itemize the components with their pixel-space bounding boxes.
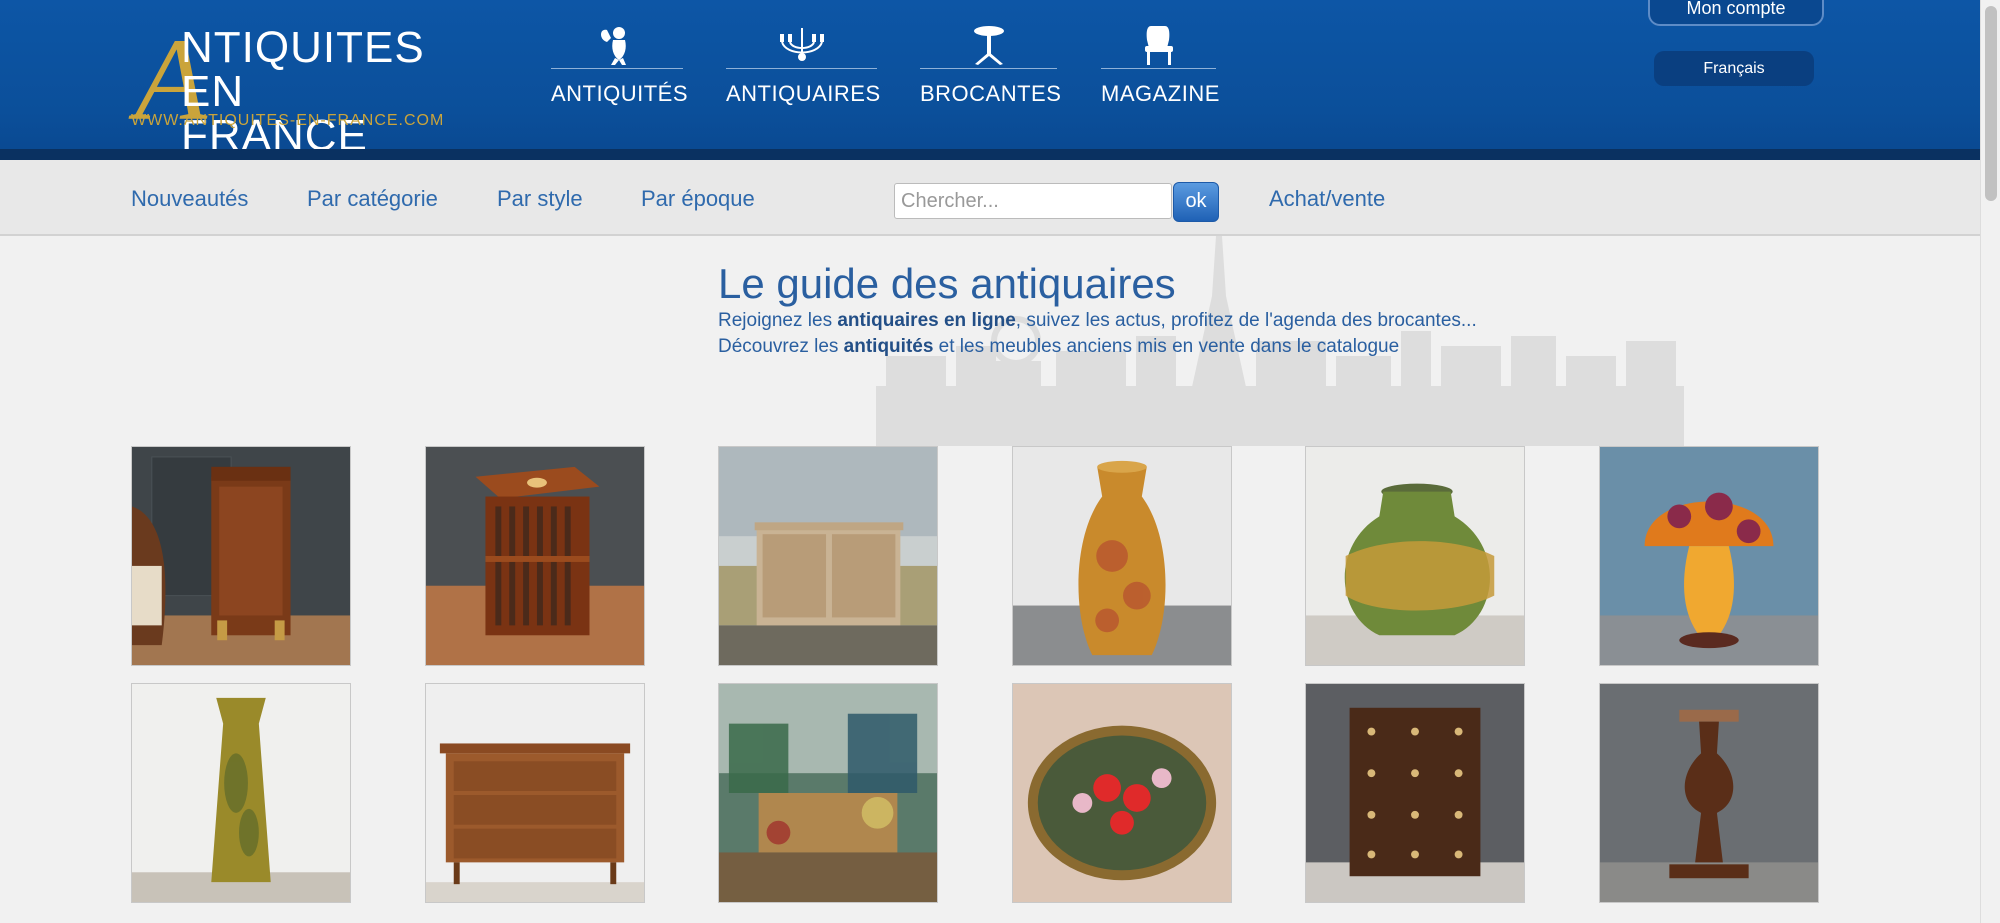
- product-image-pedestal: [1600, 684, 1818, 902]
- product-thumbnail[interactable]: [1305, 683, 1525, 903]
- site-header: A NTIQUITES EN FRANCE WWW.ANTIQUITES-EN-…: [0, 0, 1980, 160]
- nav-brocantes-label: BROCANTES: [920, 81, 1062, 106]
- cherub-icon: [601, 27, 626, 65]
- product-thumbnail[interactable]: [1599, 446, 1819, 666]
- product-thumbnail[interactable]: [1012, 683, 1232, 903]
- gueridon-table-icon: [973, 26, 1004, 65]
- product-image-commode: [426, 684, 644, 902]
- link-antiquites[interactable]: antiquités: [844, 336, 934, 357]
- nav-divider: [1101, 68, 1216, 69]
- intro-line-1: Rejoignez les antiquaires en ligne, suiv…: [718, 308, 1477, 334]
- product-image-sideboard: [719, 447, 937, 665]
- intro-text: Rejoignez les: [718, 310, 838, 331]
- intro-text: , suivez les actus, profitez de l'agenda…: [1015, 310, 1477, 331]
- link-nouveautes[interactable]: Nouveautés: [131, 186, 248, 212]
- nav-divider: [726, 68, 877, 69]
- site-logo[interactable]: A NTIQUITES EN FRANCE WWW.ANTIQUITES-EN-…: [131, 21, 443, 158]
- intro-line-2: Découvrez les antiquités et les meubles …: [718, 334, 1477, 360]
- link-par-epoque[interactable]: Par époque: [641, 186, 755, 212]
- product-image-landscape-vase: [1306, 447, 1524, 665]
- product-image-oval-painting: [1013, 684, 1231, 902]
- logo-line1: NTIQUITES: [181, 23, 425, 72]
- nav-antiquites-label: ANTIQUITÉS: [551, 81, 689, 106]
- armchair-icon: [1144, 26, 1173, 65]
- product-thumbnail[interactable]: [425, 683, 645, 903]
- product-thumbnail[interactable]: [1012, 446, 1232, 666]
- account-button[interactable]: Mon compte: [1648, 0, 1824, 26]
- nav-antiquaires[interactable]: ANTIQUAIRES: [726, 24, 881, 107]
- language-select[interactable]: Français: [1654, 51, 1814, 86]
- product-thumbnail[interactable]: [1305, 446, 1525, 666]
- product-image-pedestal-cabinet: [132, 447, 350, 665]
- link-par-style[interactable]: Par style: [497, 186, 583, 212]
- nav-brocantes[interactable]: BROCANTES: [920, 24, 1062, 107]
- chandelier-icon: [779, 28, 824, 61]
- nav-divider: [551, 68, 683, 69]
- product-image-mushroom-lamp: [1600, 447, 1818, 665]
- product-thumbnail[interactable]: [131, 683, 351, 903]
- guide-title: Le guide des antiquaires: [718, 260, 1176, 307]
- nav-antiquites[interactable]: ANTIQUITÉS: [551, 24, 689, 107]
- nav-magazine-label: MAGAZINE: [1101, 81, 1220, 106]
- search-ok-button[interactable]: ok: [1173, 182, 1219, 222]
- link-par-categorie[interactable]: Par catégorie: [307, 186, 438, 212]
- page-scrollbar[interactable]: [1980, 0, 2000, 923]
- link-achat-vente[interactable]: Achat/vente: [1269, 186, 1385, 212]
- product-image-studded-chest: [1306, 684, 1524, 902]
- product-thumbnail[interactable]: [425, 446, 645, 666]
- search-input[interactable]: [894, 183, 1172, 219]
- product-image-revolving-bookcase: [426, 447, 644, 665]
- nav-magazine[interactable]: MAGAZINE: [1101, 24, 1220, 107]
- intro-text: Découvrez les: [718, 336, 844, 357]
- secondary-nav: Nouveautés Par catégorie Par style Par é…: [0, 160, 1980, 236]
- logo-url: WWW.ANTIQUITES-EN-FRANCE.COM: [131, 112, 445, 129]
- product-thumbnail[interactable]: [718, 446, 938, 666]
- link-antiquaires-en-ligne[interactable]: antiquaires en ligne: [837, 310, 1015, 331]
- nav-antiquaires-label: ANTIQUAIRES: [726, 81, 881, 106]
- product-thumbnail[interactable]: [131, 446, 351, 666]
- nav-divider: [920, 68, 1057, 69]
- intro-text: et les meubles anciens mis en vente dans…: [933, 336, 1400, 357]
- scrollbar-thumb[interactable]: [1985, 6, 1997, 201]
- product-image-painting: [719, 684, 937, 902]
- guide-intro: Rejoignez les antiquaires en ligne, suiv…: [718, 308, 1477, 360]
- product-image-rose-vase: [1013, 447, 1231, 665]
- product-image-tall-vase: [132, 684, 350, 902]
- product-thumbnail[interactable]: [1599, 683, 1819, 903]
- product-thumbnail[interactable]: [718, 683, 938, 903]
